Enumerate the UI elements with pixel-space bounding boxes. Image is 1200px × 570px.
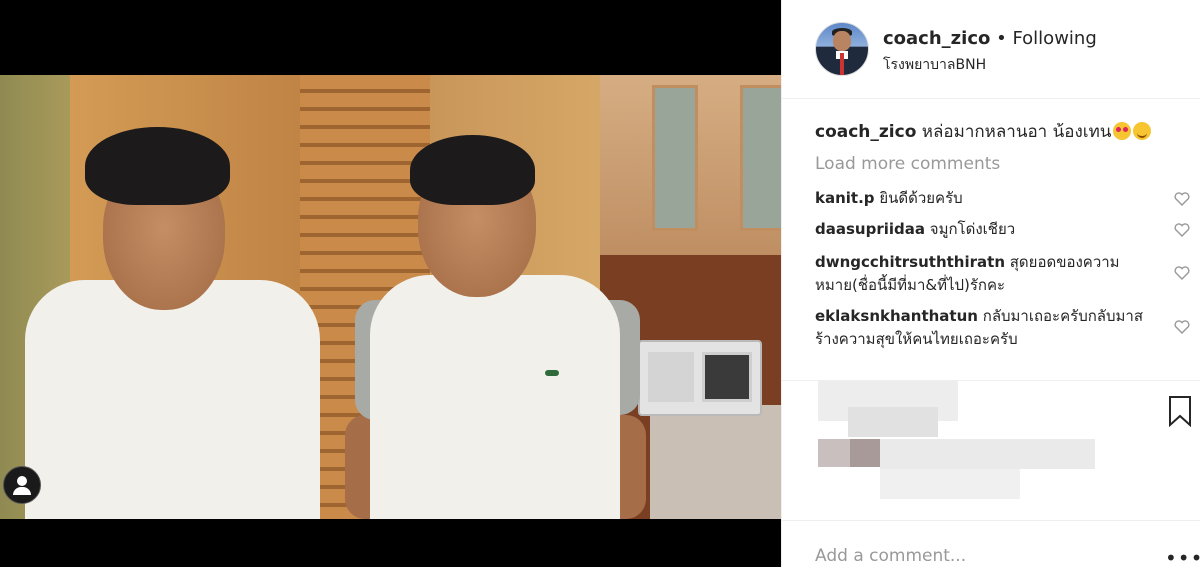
comment-text: จมูกโด่งเชียว — [929, 220, 1016, 238]
blurred-region — [850, 439, 880, 467]
blurred-region — [818, 439, 850, 467]
comment-username[interactable]: eklaksnkhanthatun — [815, 307, 978, 325]
comment-item: kanit.p ยินดีด้วยครับ — [815, 187, 1160, 210]
comment-text: ยินดีด้วยครับ — [879, 189, 963, 207]
person-right-shirt — [370, 275, 620, 519]
microwave-panel — [648, 352, 694, 402]
blurred-region — [848, 407, 938, 437]
post-actions-area — [782, 380, 1200, 521]
separator-dot: • — [996, 28, 1007, 49]
user-tag-icon-body — [13, 487, 31, 495]
background-counter — [650, 405, 781, 519]
blurred-region — [880, 439, 1095, 469]
profile-avatar-tie — [840, 53, 844, 75]
post-username-link[interactable]: coach_zico — [883, 28, 990, 49]
person-left-shirt — [25, 280, 320, 519]
person-left-hair — [85, 127, 230, 205]
post-side-panel: coach_zico • Following โรงพยาบาลBNH coac… — [781, 0, 1200, 570]
caption-username[interactable]: coach_zico — [815, 122, 916, 142]
following-button[interactable]: Following — [1012, 28, 1096, 49]
bookmark-icon[interactable] — [1168, 395, 1192, 427]
comment-item: eklaksnkhanthatun กลับมาเถอะครับกลับมาสร… — [815, 305, 1160, 351]
like-comment-heart-icon[interactable] — [1174, 223, 1190, 237]
like-comment-heart-icon[interactable] — [1174, 192, 1190, 206]
load-more-comments-button[interactable]: Load more comments — [815, 154, 1000, 174]
profile-avatar-face — [833, 31, 851, 51]
smiling-face-emoji — [1133, 122, 1152, 140]
profile-avatar[interactable] — [815, 22, 869, 76]
user-tag-icon[interactable] — [3, 466, 41, 504]
comment-item: dwngcchitrsuththiratn สุดยอดของความหมาย(… — [815, 251, 1160, 297]
cabinet-glass — [652, 85, 698, 231]
comment-item: daasupriidaa จมูกโด่งเชียว — [815, 218, 1160, 241]
caption-text: หล่อมากหลานอา น้องเทน — [921, 122, 1112, 142]
post-caption: coach_zico หล่อมากหลานอา น้องเทน — [815, 118, 1152, 145]
blurred-region — [880, 469, 1020, 499]
star-struck-emoji — [1113, 122, 1132, 140]
video-frame[interactable] — [0, 75, 781, 519]
add-comment-input[interactable] — [815, 546, 1115, 566]
comment-username[interactable]: daasupriidaa — [815, 220, 925, 238]
user-tag-icon-head — [17, 476, 27, 486]
background-cabinet — [600, 75, 781, 255]
comment-username[interactable]: kanit.p — [815, 189, 875, 207]
person-right-hair — [410, 135, 535, 205]
post-media[interactable] — [0, 0, 781, 567]
microwave-window — [702, 352, 752, 402]
shirt-logo-icon — [545, 370, 559, 376]
post-username-row: coach_zico • Following — [883, 28, 1097, 49]
comment-username[interactable]: dwngcchitrsuththiratn — [815, 253, 1005, 271]
cabinet-glass — [740, 85, 781, 231]
like-comment-heart-icon[interactable] — [1174, 266, 1190, 280]
more-options-icon[interactable]: ••• — [1165, 546, 1200, 570]
location-link[interactable]: โรงพยาบาลBNH — [883, 54, 986, 76]
microwave — [638, 340, 762, 416]
like-comment-heart-icon[interactable] — [1174, 320, 1190, 334]
post-header: coach_zico • Following โรงพยาบาลBNH — [782, 0, 1200, 99]
